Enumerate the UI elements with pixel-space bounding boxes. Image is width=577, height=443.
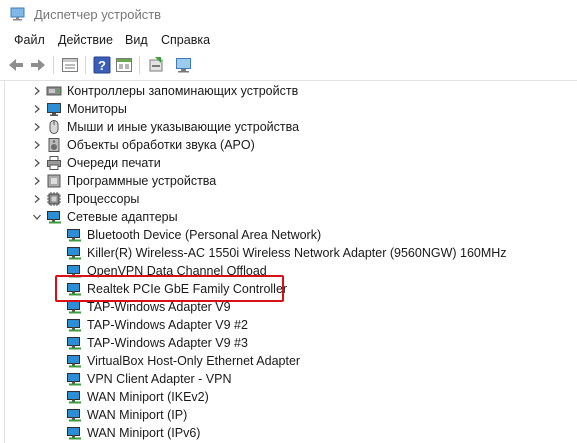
tree-category-monitors[interactable]: Мониторы — [5, 100, 565, 118]
device-tree: Контроллеры запоминающих устройств Монит… — [4, 80, 577, 443]
tree-category-storage-controllers[interactable]: Контроллеры запоминающих устройств — [5, 82, 565, 100]
network-adapter-icon — [66, 389, 82, 405]
toolbar-separator — [139, 56, 140, 74]
tree-device-label: WAN Miniport (IP) — [87, 408, 188, 422]
toolbar-separator — [85, 56, 86, 74]
tree-category-audio-apo[interactable]: Объекты обработки звука (APO) — [5, 136, 565, 154]
tree-device-wan-ikev2[interactable]: WAN Miniport (IKEv2) — [5, 388, 575, 406]
svg-text:?: ? — [98, 58, 106, 73]
chevron-down-icon[interactable] — [32, 211, 42, 221]
network-adapter-icon — [66, 353, 82, 369]
network-adapter-icon — [66, 425, 82, 441]
properties-list-icon[interactable] — [60, 55, 80, 75]
menu-action[interactable]: Действие — [58, 33, 113, 47]
back-icon[interactable] — [6, 55, 26, 75]
tree-device-killer-wireless[interactable]: Killer(R) Wireless-AC 1550i Wireless Net… — [5, 244, 575, 262]
speaker-icon — [46, 137, 62, 153]
network-adapter-icon — [66, 317, 82, 333]
tree-category-processors[interactable]: Процессоры — [5, 190, 565, 208]
storage-controller-icon — [46, 83, 62, 99]
tree-device-label: TAP-Windows Adapter V9 — [87, 300, 231, 314]
tree-device-label: Killer(R) Wireless-AC 1550i Wireless Net… — [87, 246, 507, 260]
network-adapter-icon — [46, 209, 62, 225]
processor-icon — [46, 191, 62, 207]
view-grid-icon[interactable] — [114, 55, 134, 75]
menu-file[interactable]: Файл — [14, 33, 45, 47]
tree-device-label: VPN Client Adapter - VPN — [87, 372, 232, 386]
tree-device-bluetooth-pan[interactable]: Bluetooth Device (Personal Area Network) — [5, 226, 575, 244]
tree-category-mice[interactable]: Мыши и иные указывающие устройства — [5, 118, 565, 136]
toolbar: ? — [0, 50, 577, 81]
help-icon[interactable]: ? — [92, 55, 112, 75]
network-adapter-icon — [66, 335, 82, 351]
monitor-icon — [46, 101, 62, 117]
chevron-right-icon[interactable] — [32, 85, 42, 95]
mouse-icon — [46, 119, 62, 135]
tree-category-label: Программные устройства — [67, 174, 217, 188]
device-manager-app-icon — [10, 7, 26, 21]
tree-device-label: VirtualBox Host-Only Ethernet Adapter — [87, 354, 301, 368]
tree-category-label: Процессоры — [67, 192, 140, 206]
tree-device-label: TAP-Windows Adapter V9 #2 — [87, 318, 248, 332]
network-adapter-icon — [66, 227, 82, 243]
tree-device-label: WAN Miniport (IPv6) — [87, 426, 201, 440]
forward-icon[interactable] — [28, 55, 48, 75]
tree-category-software-devices[interactable]: Программные устройства — [5, 172, 565, 190]
tree-category-print-queues[interactable]: Очереди печати — [5, 154, 565, 172]
tree-device-wan-ipv6[interactable]: WAN Miniport (IPv6) — [5, 424, 575, 442]
tree-device-vpn-client[interactable]: VPN Client Adapter - VPN — [5, 370, 575, 388]
tree-category-label: Мониторы — [67, 102, 127, 116]
menu-bar: Файл Действие Вид Справка — [0, 30, 577, 50]
chevron-right-icon[interactable] — [32, 121, 42, 131]
tree-category-label: Контроллеры запоминающих устройств — [67, 84, 299, 98]
highlight-box — [55, 275, 284, 302]
toolbar-separator — [53, 56, 54, 74]
tree-category-label: Объекты обработки звука (APO) — [67, 138, 255, 152]
chevron-right-icon[interactable] — [32, 103, 42, 113]
chevron-right-icon[interactable] — [32, 175, 42, 185]
update-driver-icon[interactable] — [146, 55, 166, 75]
menu-view[interactable]: Вид — [125, 33, 148, 47]
printer-icon — [46, 155, 62, 171]
menu-help[interactable]: Справка — [161, 33, 210, 47]
tree-device-label: WAN Miniport (IKEv2) — [87, 390, 209, 404]
tree-category-network-adapters[interactable]: Сетевые адаптеры — [5, 208, 565, 226]
tree-device-label: TAP-Windows Adapter V9 #3 — [87, 336, 248, 350]
network-adapter-icon — [66, 371, 82, 387]
network-adapter-icon — [66, 407, 82, 423]
tree-category-label: Очереди печати — [67, 156, 161, 170]
tree-category-label: Мыши и иные указывающие устройства — [67, 120, 300, 134]
chevron-right-icon[interactable] — [32, 193, 42, 203]
window-title: Диспетчер устройств — [34, 7, 162, 22]
chevron-right-icon[interactable] — [32, 157, 42, 167]
tree-device-tap-v9-3[interactable]: TAP-Windows Adapter V9 #3 — [5, 334, 575, 352]
tree-device-virtualbox-hostonly[interactable]: VirtualBox Host-Only Ethernet Adapter — [5, 352, 575, 370]
tree-category-label: Сетевые адаптеры — [67, 210, 178, 224]
tree-device-label: Bluetooth Device (Personal Area Network) — [87, 228, 322, 242]
software-device-icon — [46, 173, 62, 189]
network-adapter-icon — [66, 245, 82, 261]
title-bar: Диспетчер устройств — [0, 0, 577, 30]
tree-device-tap-v9-2[interactable]: TAP-Windows Adapter V9 #2 — [5, 316, 575, 334]
chevron-right-icon[interactable] — [32, 139, 42, 149]
scan-hardware-icon[interactable] — [174, 55, 194, 75]
tree-device-wan-ip[interactable]: WAN Miniport (IP) — [5, 406, 575, 424]
